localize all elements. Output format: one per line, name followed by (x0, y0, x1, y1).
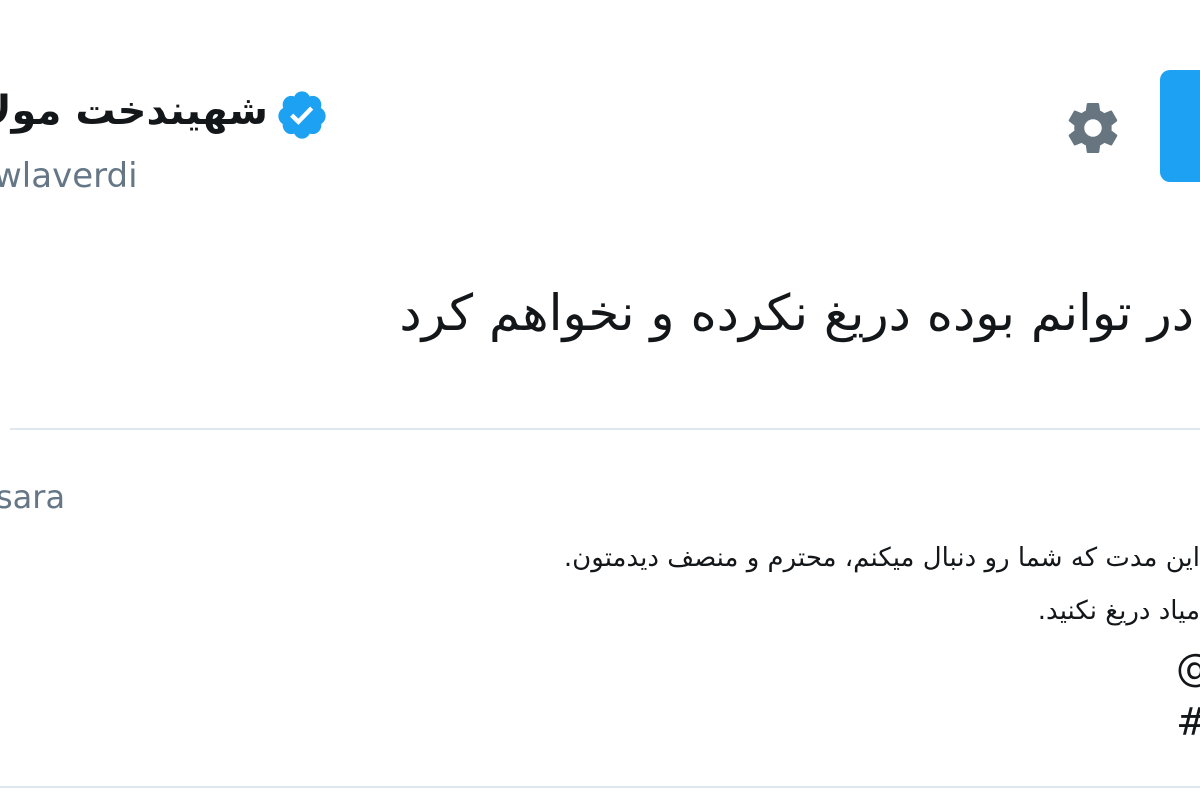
reply-text-line-2: میاد دریغ نکنید. (1037, 596, 1200, 626)
tweet-screenshot: شهیندخت مولا wlaverdi در توانم بوده دریغ… (0, 0, 1200, 800)
profile-handle[interactable]: wlaverdi (0, 156, 138, 196)
gear-icon[interactable] (1063, 98, 1123, 158)
divider (10, 428, 1200, 430)
reply-hashtag-link[interactable]: # (1176, 700, 1200, 744)
follow-button[interactable] (1160, 70, 1200, 182)
reply-mention-link[interactable]: @ (1176, 646, 1200, 690)
bottom-divider (0, 786, 1200, 788)
reply-text-line-1: این مدت که شما رو دنبال میکنم، محترم و م… (563, 543, 1200, 573)
reply-author-handle[interactable]: sara (0, 478, 65, 516)
tweet-text: در توانم بوده دریغ نکرده و نخواهم کرد (399, 284, 1194, 342)
display-name[interactable]: شهیندخت مولا (0, 88, 268, 134)
verified-badge-icon (278, 91, 326, 139)
